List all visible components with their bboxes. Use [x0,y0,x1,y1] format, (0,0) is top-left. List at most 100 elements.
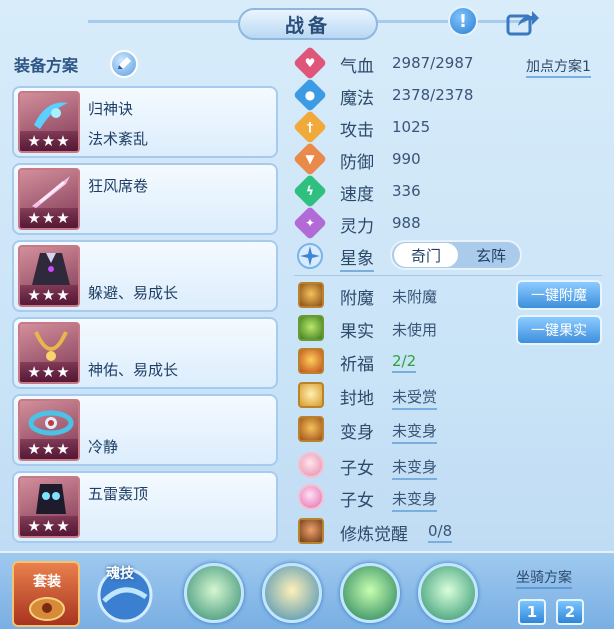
belt-icon: ★★★ [18,399,80,461]
child-icon [298,452,324,478]
top-bar: 战备 ! [0,0,614,46]
skill-icon-3[interactable] [340,563,400,623]
tab-qimen[interactable]: 奇门 [394,243,458,267]
fan-icon: ★★★ [18,168,80,230]
attr-label: 附魔 [340,289,374,309]
necklace-icon: ★★★ [18,322,80,384]
mount-plan-1-button[interactable]: 1 [518,599,546,625]
attr-label: 攻击 [340,121,374,141]
star-rating: ★★★ [20,208,78,228]
suit-button[interactable]: 套装 [12,561,80,627]
row-child-1: 子女 未变身 [290,450,610,480]
attr-value: 336 [392,182,421,200]
child-value-link[interactable]: 未变身 [392,456,438,480]
attr-label: 修炼觉醒 [340,525,408,545]
equipment-special-skill: 归神诀 [88,100,134,118]
equipment-panel: 装备方案 ★★★ 归神诀 法术紊乱 ★★★ 狂风席卷 ★★★ 躲避、易成长 ★★… [10,46,282,546]
attr-row-mp: ● 魔法 2378/2378 [290,78,610,112]
skill-icon-1[interactable] [184,563,244,623]
attr-value: 988 [392,214,421,232]
attr-value: 1025 [392,118,431,136]
shield-icon: ▼ [293,142,327,176]
suit-label: 套装 [33,574,61,590]
equipment-plan-title: 装备方案 [14,56,79,75]
sword-icon: † [293,110,327,144]
attr-value: 2378/2378 [392,86,474,104]
star-rating: ★★★ [20,439,78,459]
attr-label: 果实 [340,322,374,342]
fruit-icon [298,315,324,341]
star-rating: ★★★ [20,362,78,382]
awaken-value-link[interactable]: 0/8 [428,522,453,543]
equipment-special-effect: 躲避、易成长 [88,284,179,302]
star-rating: ★★★ [20,285,78,305]
mana-icon: ● [293,78,327,112]
tab-xuanzhen[interactable]: 玄阵 [462,243,520,267]
attr-label: 祈福 [340,355,374,375]
attr-row-spd: ϟ 速度 336 [290,174,610,208]
star-sign-icon [297,243,323,269]
divider [294,275,602,276]
equipment-special-effect: 法术紊乱 [88,130,149,148]
skill-icon-4[interactable] [418,563,478,623]
title-ornament-left [88,20,238,23]
soul-skill-label: 魂技 [106,566,134,582]
attr-row-spi: ✦ 灵力 988 [290,206,610,240]
robe-icon: ★★★ [18,245,80,307]
stat-plan-link[interactable]: 加点方案1 [526,56,591,78]
exclamation-icon: ! [458,10,468,32]
attr-label: 速度 [340,185,374,205]
pencil-icon [118,57,131,69]
attributes-panel: ♥ 气血 2987/2987 加点方案1 ● 魔法 2378/2378 † 攻击… [290,46,610,551]
attr-row-atk: † 攻击 1025 [290,110,610,144]
weapon-icon: ★★★ [18,91,80,153]
attr-value: 未使用 [392,321,438,339]
star-sign-link[interactable]: 星象 [340,244,374,272]
edit-plan-button[interactable] [110,50,138,78]
attr-row-hp: ♥ 气血 2987/2987 加点方案1 [290,46,610,80]
bless-value-link[interactable]: 2/2 [392,352,417,373]
help-button[interactable]: ! [448,6,478,36]
child-value-link[interactable]: 未变身 [392,488,438,512]
treasure-chest-icon [29,597,65,621]
star-rating: ★★★ [20,516,78,536]
mount-plan-title[interactable]: 坐骑方案 [516,567,572,589]
attr-label: 子女 [340,459,374,479]
attr-value: 2987/2987 [392,54,474,72]
attr-row-def: ▼ 防御 990 [290,142,610,176]
boots-icon: ★★★ [18,476,80,538]
one-click-enchant-button[interactable]: 一键附魔 [516,280,602,310]
lotus-icon [298,484,324,510]
equipment-card-boots[interactable]: ★★★ 五雷轰顶 [12,471,278,543]
spirit-icon: ✦ [293,206,327,240]
skill-icon-2[interactable] [262,563,322,623]
star-sign-toggle[interactable]: 奇门 玄阵 [390,240,522,270]
row-child-2: 子女 未变身 [290,482,610,512]
equipment-card-necklace[interactable]: ★★★ 神佑、易成长 [12,317,278,389]
page-title: 战备 [238,8,378,40]
share-button[interactable] [506,8,540,36]
attr-value: 990 [392,150,421,168]
mount-plan-2-button[interactable]: 2 [556,599,584,625]
attr-label: 封地 [340,389,374,409]
equipment-special-effect: 神佑、易成长 [88,361,179,379]
attr-label: 子女 [340,491,374,511]
row-transform: 变身 未变身 [290,414,610,444]
transform-icon [298,416,324,442]
heart-icon: ♥ [293,46,327,80]
transform-value-link[interactable]: 未变身 [392,420,438,444]
fengdi-value-link[interactable]: 未受赏 [392,386,438,410]
equipment-card-belt[interactable]: ★★★ 冷静 [12,394,278,466]
lightning-icon: ϟ [293,174,327,208]
equipment-special-effect: 冷静 [88,438,119,456]
equipment-card-weapon[interactable]: ★★★ 归神诀 法术紊乱 [12,86,278,158]
equipment-card-helmet[interactable]: ★★★ 狂风席卷 [12,163,278,235]
row-awaken: 修炼觉醒 0/8 [290,516,610,546]
equipment-special-skill: 狂风席卷 [88,177,149,195]
bottom-bar: 套装 魂技 坐骑方案 1 2 [0,551,614,629]
share-icon [506,11,539,36]
star-rating: ★★★ [20,131,78,151]
cultivation-icon [298,518,324,544]
one-click-fruit-button[interactable]: 一键果实 [516,315,602,345]
equipment-card-armor[interactable]: ★★★ 躲避、易成长 [12,240,278,312]
